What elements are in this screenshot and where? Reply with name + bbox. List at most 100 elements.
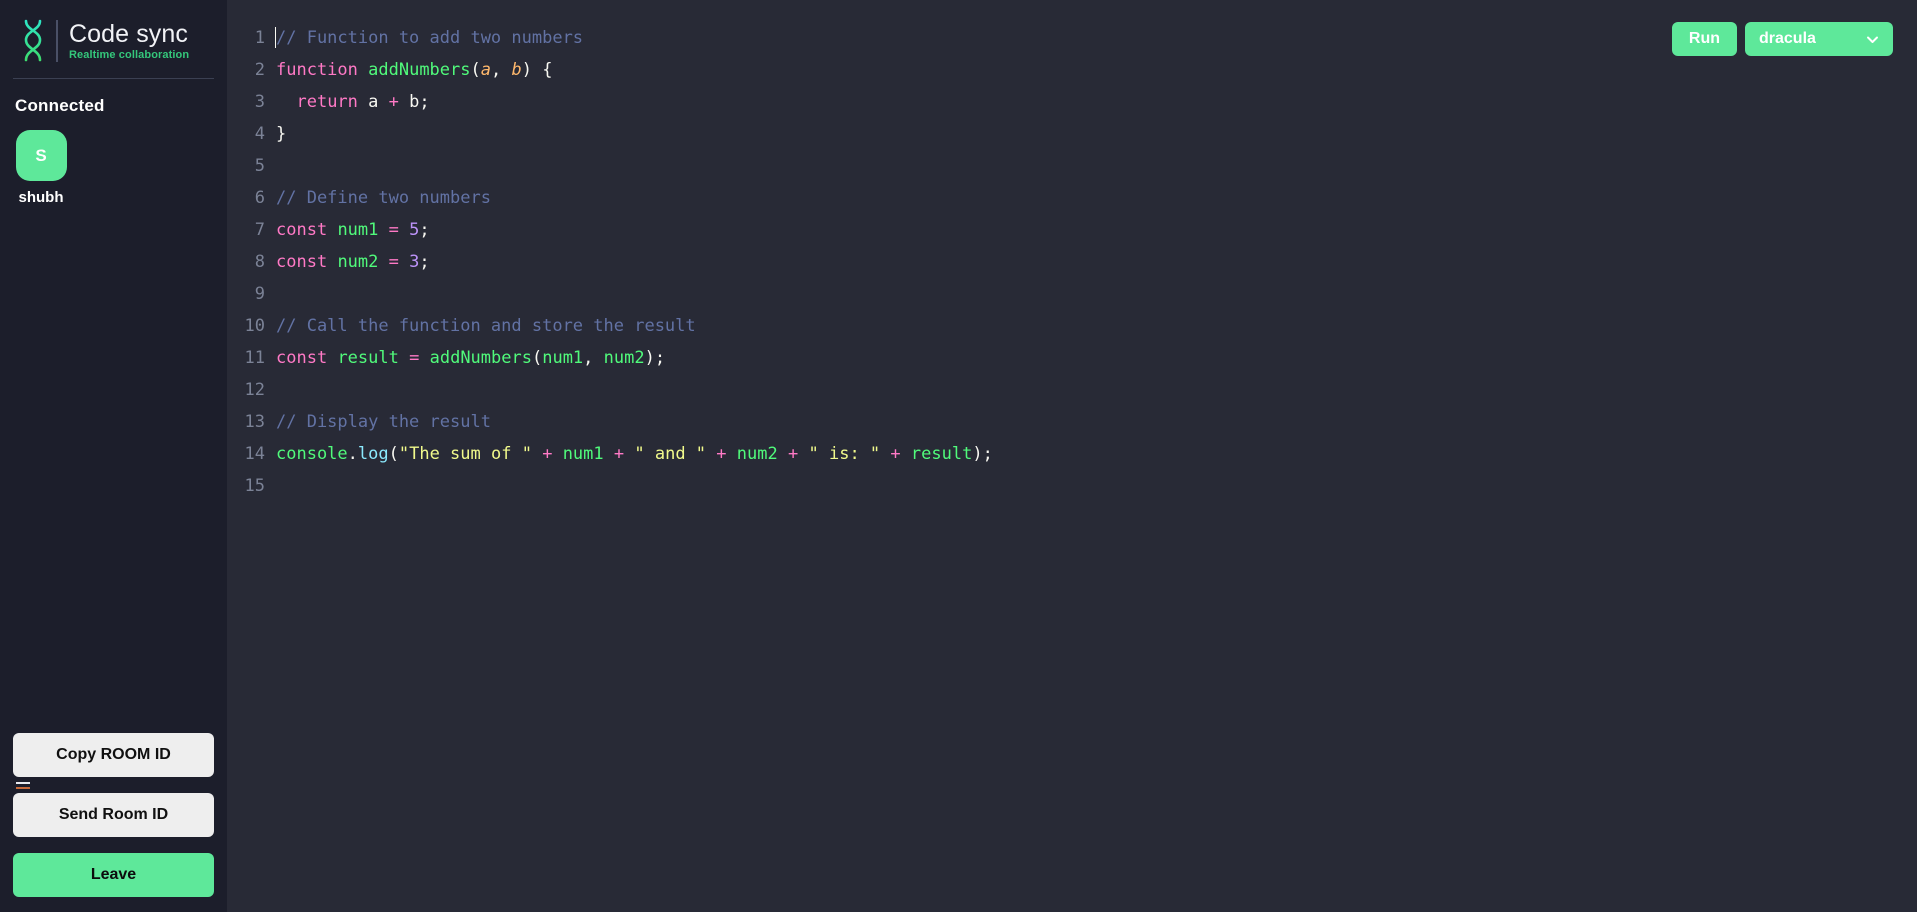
code-token: num2	[603, 348, 645, 368]
line-content: // Display the result	[265, 406, 491, 438]
brand-logo[interactable]: Code sync Realtime collaboration	[13, 0, 214, 68]
app-root: Code sync Realtime collaboration Connect…	[0, 0, 1917, 912]
code-token: +	[542, 444, 553, 464]
run-button[interactable]: Run	[1671, 22, 1737, 56]
code-token: =	[388, 252, 399, 272]
line-number: 14	[244, 444, 265, 464]
code-token: +	[388, 92, 399, 112]
leave-button[interactable]: Leave	[13, 853, 214, 897]
code-line[interactable]: 8 const num2 = 3;	[227, 246, 1917, 278]
code-token: // Display the result	[276, 412, 491, 432]
line-content: const num1 = 5;	[265, 214, 430, 246]
code-token: const	[276, 220, 328, 240]
brand-title: Code sync	[69, 20, 189, 48]
code-text-area[interactable]: 1// Function to add two numbers 2 function…	[227, 22, 1917, 912]
code-token: log	[357, 444, 389, 464]
code-token: "The sum of "	[398, 444, 532, 464]
line-number: 15	[244, 476, 265, 496]
connected-clients-list: S shubh	[13, 116, 214, 206]
code-token: +	[788, 444, 799, 464]
line-number: 2	[254, 60, 265, 80]
line-content: // Call the function and store the resul…	[265, 310, 696, 342]
code-token: +	[890, 444, 901, 464]
code-line[interactable]: 9	[227, 278, 1917, 310]
code-token: .	[347, 444, 358, 464]
copy-room-id-button[interactable]: Copy ROOM ID	[13, 733, 214, 777]
code-token: function	[276, 60, 358, 80]
line-number: 6	[254, 188, 265, 208]
code-token: b	[511, 60, 522, 80]
code-line[interactable]: 1 // Function to add two numbers	[227, 22, 1917, 54]
code-line[interactable]: 5	[227, 150, 1917, 182]
send-room-id-button[interactable]: Send Room ID	[13, 793, 214, 837]
code-token: ;	[419, 220, 430, 240]
code-line[interactable]: 2 function addNumbers(a, b) {	[227, 54, 1917, 86]
code-token: console	[276, 444, 348, 464]
code-line[interactable]: 15	[227, 470, 1917, 502]
code-editor-panel: Run dracula 1 // Function to add two numb…	[227, 0, 1917, 912]
code-token: a	[357, 92, 389, 112]
line-number: 11	[244, 348, 265, 368]
code-line[interactable]: 7 const num1 = 5;	[227, 214, 1917, 246]
avatar: S	[15, 130, 67, 181]
code-line[interactable]: 13 // Display the result	[227, 406, 1917, 438]
code-token: );	[644, 348, 666, 368]
code-token: (	[470, 60, 481, 80]
code-token: // Define two numbers	[276, 188, 491, 208]
code-line[interactable]: 12	[227, 374, 1917, 406]
code-line[interactable]: 6 // Define two numbers	[227, 182, 1917, 214]
code-token: // Call the function and store the resul…	[276, 316, 696, 336]
line-number: 13	[244, 412, 265, 432]
code-token: +	[716, 444, 727, 464]
client-name: shubh	[18, 189, 64, 206]
code-token: b;	[398, 92, 430, 112]
line-content: const result = addNumbers(num1, num2);	[265, 342, 665, 374]
code-token: num1	[562, 444, 604, 464]
theme-select-value: dracula	[1759, 30, 1816, 47]
sidebar-footer: Copy ROOM ID Send Room ID Leave	[13, 733, 214, 912]
brand-subtitle: Realtime collaboration	[69, 49, 190, 61]
code-token: a	[480, 60, 491, 80]
code-token: num1	[337, 220, 379, 240]
editor-toolbar: Run dracula	[1671, 22, 1893, 56]
code-token: " is: "	[808, 444, 881, 464]
code-line[interactable]: 10 // Call the function and store the res…	[227, 310, 1917, 342]
code-token: " and "	[634, 444, 707, 464]
code-line[interactable]: 11 const result = addNumbers(num1, num2);	[227, 342, 1917, 374]
code-line[interactable]: 4}	[227, 118, 1917, 150]
line-number: 7	[254, 220, 265, 240]
code-token: =	[388, 220, 399, 240]
code-line[interactable]: 14 console.log("The sum of " + num1 + " a…	[227, 438, 1917, 470]
sidebar: Code sync Realtime collaboration Connect…	[0, 0, 227, 912]
line-number: 9	[254, 284, 265, 304]
code-token: ) {	[521, 60, 553, 80]
code-token: (	[531, 348, 543, 368]
line-content: }	[265, 118, 286, 150]
line-content: // Define two numbers	[265, 182, 491, 214]
logo-divider	[56, 20, 58, 62]
line-number: 12	[244, 380, 265, 400]
code-token: addNumbers	[429, 348, 532, 368]
client-item[interactable]: S shubh	[15, 130, 67, 206]
code-token: addNumbers	[368, 60, 471, 80]
code-line[interactable]: 3 return a + b;	[227, 86, 1917, 118]
code-token: const	[276, 252, 328, 272]
brand-text: Code sync Realtime collaboration	[69, 20, 189, 62]
line-content: return a + b;	[265, 86, 430, 118]
theme-select[interactable]: dracula	[1745, 22, 1893, 56]
code-token: +	[613, 444, 625, 464]
